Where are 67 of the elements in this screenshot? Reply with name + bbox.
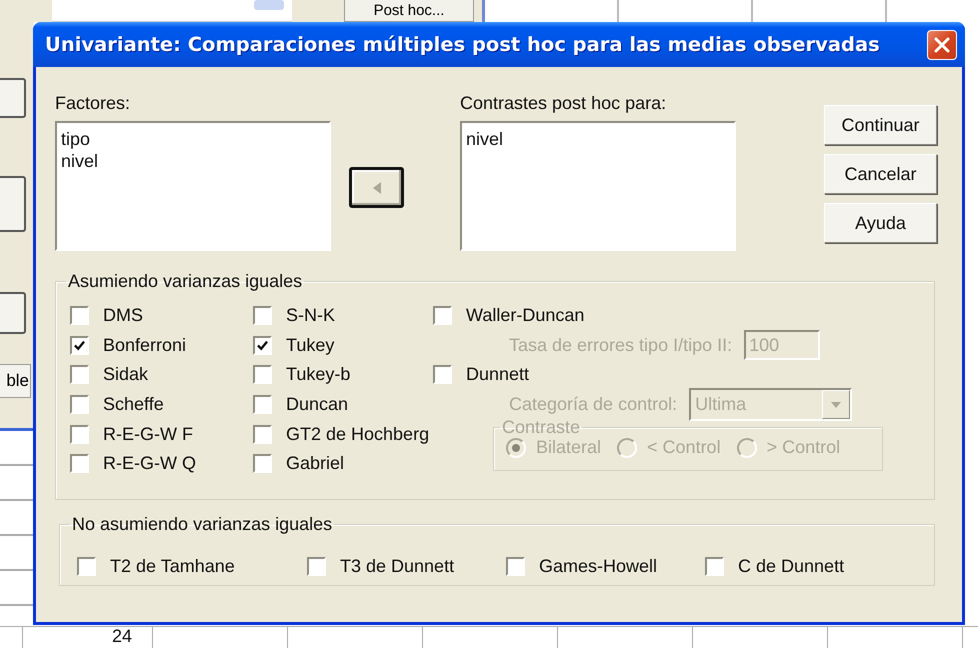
side-button[interactable]: ble <box>0 364 31 398</box>
checkbox[interactable] <box>253 395 272 414</box>
checkbox-label: Dunnett <box>466 364 530 386</box>
checkbox-label: T3 de Dunnett <box>340 556 454 578</box>
checkbox[interactable] <box>253 424 272 444</box>
move-button[interactable] <box>349 167 404 208</box>
post-hoc-button[interactable]: Post hoc... <box>344 0 474 22</box>
input-field[interactable] <box>52 0 292 22</box>
checkbox[interactable] <box>307 557 326 576</box>
checkbox-label: Bonferroni <box>103 334 186 356</box>
checkbox-label: R-E-G-W Q <box>103 453 196 474</box>
checkbox-label: Tukey-b <box>286 364 350 386</box>
list-item[interactable]: nivel <box>466 128 504 150</box>
close-icon <box>932 34 952 54</box>
checkbox-label: Tukey <box>286 334 334 356</box>
checkbox[interactable] <box>70 336 89 355</box>
checkbox[interactable] <box>253 306 272 326</box>
caret-icon <box>831 402 842 408</box>
checkbox[interactable] <box>70 395 89 414</box>
check-icon <box>256 338 269 352</box>
checkbox-label: S-N-K <box>286 305 335 326</box>
close-button[interactable] <box>927 30 957 60</box>
check-icon <box>73 338 86 352</box>
list-label: Factores: <box>55 93 132 115</box>
list-item[interactable]: nivel <box>61 150 98 172</box>
checkbox-label: Gabriel <box>286 453 344 474</box>
group-title: Asumiendo varianzas iguales <box>67 271 304 291</box>
checkbox[interactable] <box>705 557 724 576</box>
checkbox[interactable] <box>70 424 89 444</box>
dialog-button[interactable]: Continuar <box>824 105 937 145</box>
checkbox[interactable] <box>70 454 89 474</box>
list-box[interactable]: tipo nivel <box>55 121 331 251</box>
checkbox[interactable] <box>70 365 89 384</box>
checkbox-label: T2 de Tamhane <box>110 556 235 578</box>
checkbox-label: C de Dunnett <box>738 556 844 578</box>
checkbox-label: Duncan <box>286 394 348 416</box>
checkbox[interactable] <box>506 557 525 576</box>
side-button[interactable] <box>0 176 26 232</box>
window-title: Univariante: Comparaciones múltiples post hoc para las medias observadas <box>45 33 880 56</box>
dialog-button[interactable]: Cancelar <box>824 154 937 194</box>
dialog-button[interactable]: Ayuda <box>824 203 937 243</box>
radio-label: Bilateral <box>536 437 602 458</box>
left-arrow-icon <box>372 182 380 194</box>
checkbox[interactable] <box>77 557 96 576</box>
checkbox-label: R-E-G-W F <box>103 424 193 445</box>
radio-label: < Control <box>647 437 721 458</box>
checkbox[interactable] <box>253 336 272 355</box>
field-label: Tasa de errores tipo I/tipo II: <box>509 334 732 356</box>
list-label: Contrastes post hoc para: <box>460 93 668 115</box>
checkbox[interactable] <box>70 306 89 326</box>
checkbox-label: Waller-Duncan <box>466 305 584 326</box>
checkbox-label: GT2 de Hochberg <box>286 424 430 445</box>
checkbox[interactable] <box>253 454 272 474</box>
side-button[interactable] <box>0 292 26 334</box>
dropdown-label: Categoría de control: <box>509 394 678 416</box>
radio-label: > Control <box>766 437 840 458</box>
checkbox-label: Scheffe <box>103 394 164 416</box>
checkbox-label: Games-Howell <box>539 556 658 578</box>
checkbox-label: DMS <box>103 305 143 326</box>
list-box[interactable]: nivel <box>460 121 736 251</box>
table-cell: 24 <box>23 627 153 648</box>
checkbox[interactable] <box>253 365 272 384</box>
side-button[interactable] <box>0 78 26 118</box>
group-title: No asumiendo varianzas iguales <box>71 514 334 534</box>
checkbox-label: Sidak <box>103 364 148 386</box>
group-title: Contraste <box>501 419 582 436</box>
list-item[interactable]: tipo <box>61 128 90 150</box>
